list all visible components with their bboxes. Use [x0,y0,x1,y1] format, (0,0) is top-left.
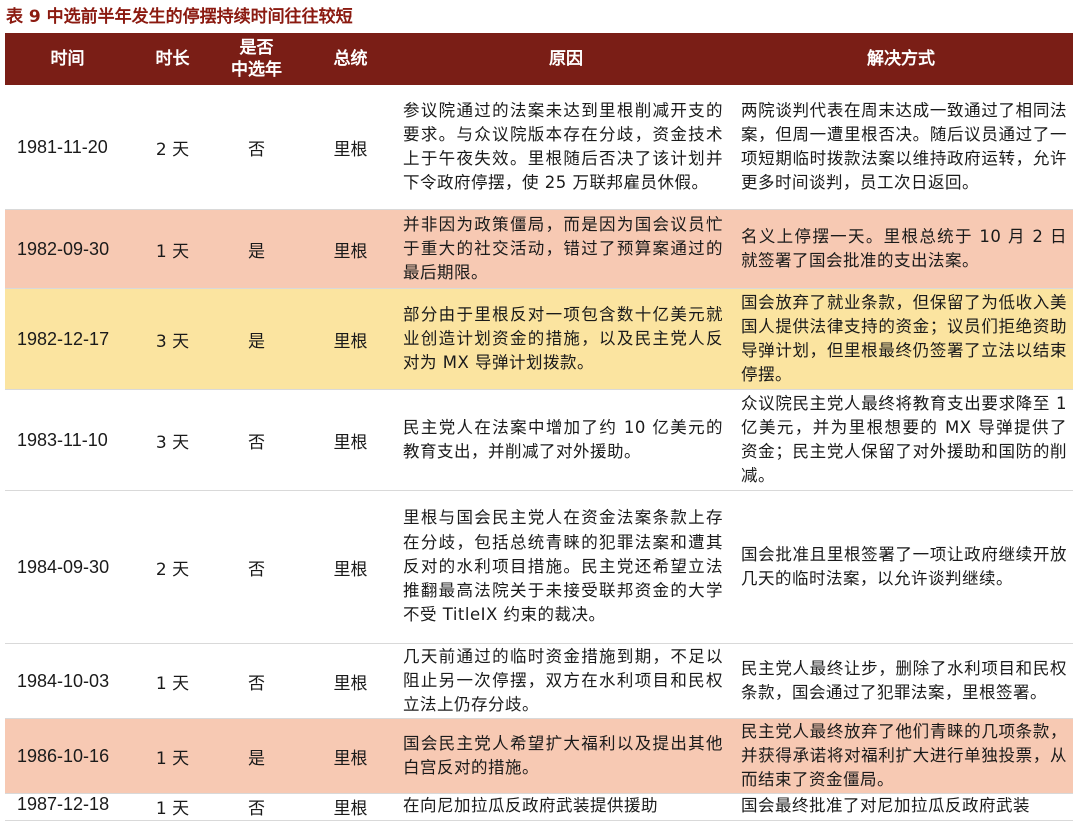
header-duration: 时长 [155,49,190,69]
cell-midterm: 是 [248,331,265,352]
cell-date: 1982-12-17 [17,328,110,349]
cell-reason: 几天前通过的临时资金措施到期，不足以阻止另一次停摆，双方在水利项目和民权立法上仍… [403,644,729,718]
cell-duration: 2 天 [155,559,190,580]
cell-president: 里根 [333,748,368,769]
table-title: 表 9 中选前半年发生的停摆持续时间往往较短 [6,7,353,27]
cell-resolution: 国会最终批准了对尼加拉瓜反政府武装 [729,794,1073,818]
cell-resolution: 两院谈判代表在周末达成一致通过了相同法案，但周一遭里根否决。随后议员通过了一项短… [729,85,1073,209]
cell-duration: 1 天 [155,673,190,694]
cell-midterm: 否 [248,432,265,453]
cell-resolution: 国会批准且里根签署了一项让政府继续开放几天的临时法案，以允许谈判继续。 [729,491,1073,643]
cell-reason: 民主党人在法案中增加了约 10 亿美元的教育支出，并削减了对外援助。 [403,390,729,490]
cell-resolution: 民主党人最终放弃了他们青睐的几项条款，并获得承诺将对福利扩大进行单独投票，从而结… [729,719,1073,793]
cell-resolution: 民主党人最终让步，删除了水利项目和民权条款，国会通过了犯罪法案，里根签署。 [729,644,1073,718]
cell-president: 里根 [333,331,368,352]
resolution-text: 国会放弃了就业条款，但保留了为低收入美国人提供法律支持的资金；议员们拒绝资助导弹… [741,292,1067,385]
table-row: 1987-12-18 1 天 否 里根 在向尼加拉瓜反政府武装提供援助 国会最终… [5,794,1073,821]
cell-duration: 1 天 [155,748,190,769]
reason-text: 国会民主党人希望扩大福利以及提出其他白宫反对的措施。 [403,733,723,777]
cell-date: 1984-09-30 [17,556,110,577]
table-row: 1982-09-30 1 天 是 里根 并非因为政策僵局，而是因为国会议员忙于重… [5,210,1073,289]
cell-reason: 参议院通过的法案未达到里根削减开支的要求。与众议院版本存在分歧，资金技术上于午夜… [403,85,729,209]
cell-president: 里根 [333,673,368,694]
cell-reason: 部分由于里根反对一项包含数十亿美元就业创造计划资金的措施，以及民主党人反对为 M… [403,289,729,389]
header-date: 时间 [50,49,85,69]
cell-midterm: 否 [248,139,265,160]
cell-resolution: 名义上停摆一天。里根总统于 10 月 2 日就签署了国会批准的支出法案。 [729,210,1073,288]
cell-president: 里根 [333,799,368,819]
cell-midterm: 否 [248,559,265,580]
header-midterm: 是否 中选年 [231,38,282,80]
resolution-text: 国会最终批准了对尼加拉瓜反政府武装 [741,796,1030,815]
reason-text: 在向尼加拉瓜反政府武装提供援助 [403,796,658,815]
resolution-text: 民主党人最终放弃了他们青睐的几项条款，并获得承诺将对福利扩大进行单独投票，从而结… [741,721,1067,790]
cell-president: 里根 [333,241,368,262]
cell-date: 1983-11-10 [17,429,108,450]
cell-midterm: 是 [248,241,265,262]
cell-date: 1982-09-30 [17,238,110,259]
reason-text: 几天前通过的临时资金措施到期，不足以阻止另一次停摆，双方在水利项目和民权立法上仍… [403,646,723,715]
cell-date: 1987-12-18 [17,794,110,814]
cell-reason: 里根与国会民主党人在资金法案条款上存在分歧，包括总统青睐的犯罪法案和遭其反对的水… [403,491,729,643]
reason-text: 里根与国会民主党人在资金法案条款上存在分歧，包括总统青睐的犯罪法案和遭其反对的水… [403,508,723,625]
header-resolution: 解决方式 [867,49,935,69]
cell-midterm: 否 [248,799,265,819]
header-president: 总统 [333,49,368,69]
cell-date: 1984-10-03 [17,670,110,691]
cell-president: 里根 [333,432,368,453]
table-row: 1986-10-16 1 天 是 里根 国会民主党人希望扩大福利以及提出其他白宫… [5,719,1073,794]
cell-resolution: 国会放弃了就业条款，但保留了为低收入美国人提供法律支持的资金；议员们拒绝资助导弹… [729,289,1073,389]
cell-duration: 1 天 [155,241,190,262]
table-header: 时间 时长 是否 中选年 总统 原因 解决方式 [5,33,1073,85]
cell-president: 里根 [333,139,368,160]
resolution-text: 国会批准且里根签署了一项让政府继续开放几天的临时法案，以允许谈判继续。 [741,544,1067,588]
cell-resolution: 众议院民主党人最终将教育支出要求降至 1 亿美元，并为里根想要的 MX 导弹提供… [729,390,1073,490]
cell-date: 1981-11-20 [17,136,108,157]
cell-duration: 3 天 [155,331,190,352]
resolution-text: 两院谈判代表在周末达成一致通过了相同法案，但周一遭里根否决。随后议员通过了一项短… [741,100,1067,193]
reason-text: 民主党人在法案中增加了约 10 亿美元的教育支出，并削减了对外援助。 [403,417,723,461]
cell-president: 里根 [333,559,368,580]
reason-text: 参议院通过的法案未达到里根削减开支的要求。与众议院版本存在分歧，资金技术上于午夜… [403,100,723,193]
table-row: 1981-11-20 2 天 否 里根 参议院通过的法案未达到里根削减开支的要求… [5,85,1073,210]
cell-reason: 在向尼加拉瓜反政府武装提供援助 [403,794,729,818]
cell-duration: 2 天 [155,139,190,160]
resolution-text: 众议院民主党人最终将教育支出要求降至 1 亿美元，并为里根想要的 MX 导弹提供… [741,393,1067,486]
cell-reason: 并非因为政策僵局，而是因为国会议员忙于重大的社交活动，错过了预算案通过的最后期限… [403,210,729,288]
shutdown-table: 时间 时长 是否 中选年 总统 原因 解决方式 1981-11-20 2 天 否… [5,33,1073,821]
header-reason: 原因 [549,49,583,69]
table-row: 1984-09-30 2 天 否 里根 里根与国会民主党人在资金法案条款上存在分… [5,491,1073,644]
reason-text: 并非因为政策僵局，而是因为国会议员忙于重大的社交活动，错过了预算案通过的最后期限… [403,214,723,283]
cell-duration: 3 天 [155,432,190,453]
table-row: 1984-10-03 1 天 否 里根 几天前通过的临时资金措施到期，不足以阻止… [5,644,1073,719]
cell-midterm: 是 [248,748,265,769]
reason-text: 部分由于里根反对一项包含数十亿美元就业创造计划资金的措施，以及民主党人反对为 M… [403,304,723,373]
resolution-text: 名义上停摆一天。里根总统于 10 月 2 日就签署了国会批准的支出法案。 [741,226,1067,270]
cell-reason: 国会民主党人希望扩大福利以及提出其他白宫反对的措施。 [403,719,729,793]
cell-duration: 1 天 [155,799,190,819]
resolution-text: 民主党人最终让步，删除了水利项目和民权条款，国会通过了犯罪法案，里根签署。 [741,658,1067,702]
table-row: 1982-12-17 3 天 是 里根 部分由于里根反对一项包含数十亿美元就业创… [5,289,1073,390]
table-row: 1983-11-10 3 天 否 里根 民主党人在法案中增加了约 10 亿美元的… [5,390,1073,491]
cell-midterm: 否 [248,673,265,694]
cell-date: 1986-10-16 [17,745,110,766]
